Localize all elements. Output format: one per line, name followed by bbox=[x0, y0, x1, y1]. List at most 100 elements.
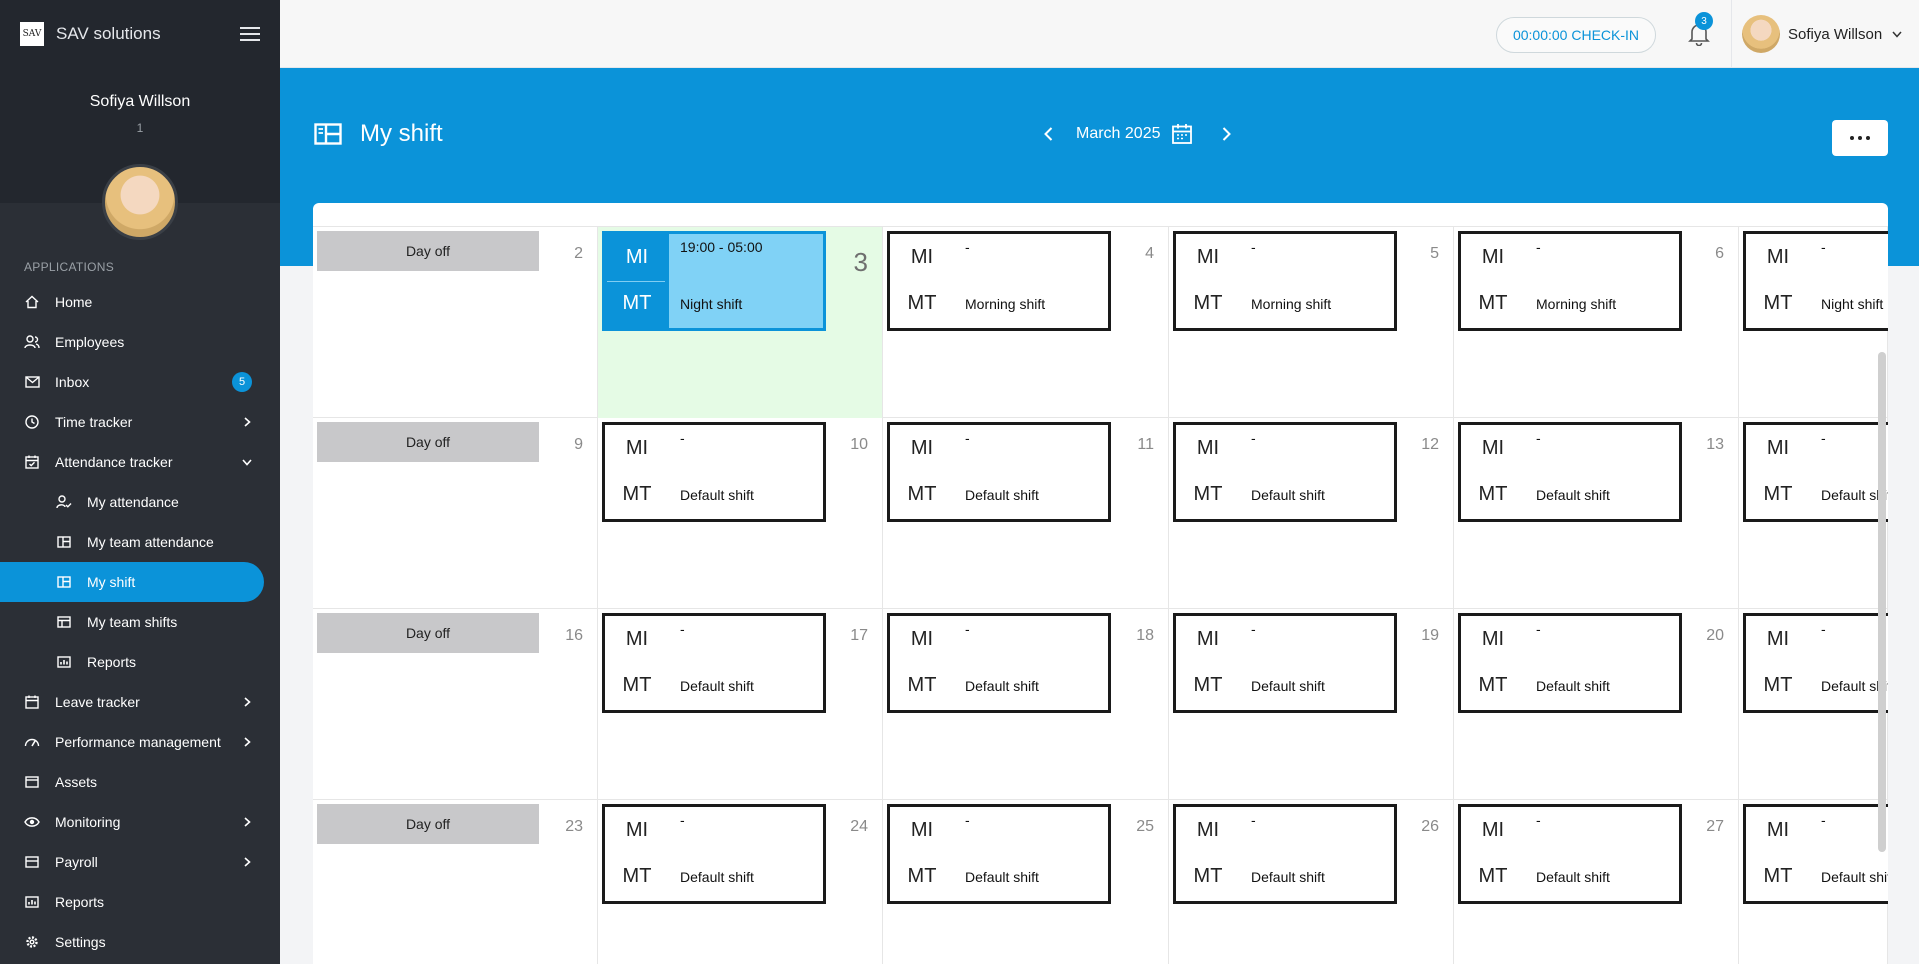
shift-card[interactable]: MI MT - Morning shift bbox=[887, 231, 1111, 331]
shift-card[interactable]: MI MT - Morning shift bbox=[1173, 231, 1397, 331]
calendar-day-cell[interactable]: MI MT - Default shift 24 bbox=[598, 800, 883, 964]
shift-card[interactable]: MI MT - Default shift bbox=[1743, 422, 1888, 522]
sidebar-item-my-shift[interactable]: My shift bbox=[0, 562, 264, 602]
sidebar-item-my-team-attendance[interactable]: My team attendance bbox=[0, 522, 280, 562]
shift-code-mi: MI bbox=[910, 819, 934, 841]
calendar-day-cell[interactable]: MI MT - Morning shift 5 bbox=[1169, 227, 1454, 418]
user-menu[interactable]: Sofiya Willson bbox=[1742, 14, 1902, 54]
next-month-button[interactable] bbox=[1215, 122, 1239, 146]
calendar-day-cell[interactable]: MI MT - Default shift 11 bbox=[883, 418, 1169, 609]
shift-card[interactable]: MI MT - Default shift bbox=[1458, 422, 1682, 522]
sidebar-item-monitoring[interactable]: Monitoring bbox=[0, 802, 280, 842]
calendar-day-cell[interactable]: MI MT - Default shift 26 bbox=[1169, 800, 1454, 964]
calendar-day-cell[interactable]: MI MT - Morning shift 4 bbox=[883, 227, 1169, 418]
sidebar-item-reports[interactable]: Reports bbox=[0, 882, 280, 922]
shift-card[interactable]: MI MT 19:00 - 05:00 Night shift bbox=[602, 231, 826, 331]
shift-card[interactable]: MI MT - Default shift bbox=[1743, 613, 1888, 713]
sidebar-item-payroll[interactable]: Payroll bbox=[0, 842, 280, 882]
shift-card[interactable]: MI MT - Default shift bbox=[1458, 613, 1682, 713]
chevron-down-icon bbox=[242, 457, 252, 467]
calendar-day-cell[interactable]: Day off 23 bbox=[313, 800, 598, 964]
shift-time: - bbox=[965, 812, 970, 828]
shift-code-mt: MT bbox=[1478, 865, 1508, 887]
shift-card[interactable]: MI MT - Default shift bbox=[887, 804, 1111, 904]
prev-month-button[interactable] bbox=[1036, 122, 1060, 146]
calendar-day-cell[interactable]: MI MT - Default shift 10 bbox=[598, 418, 883, 609]
shift-time: - bbox=[965, 621, 970, 637]
month-navigator: March 2025 bbox=[1036, 122, 1239, 146]
shift-code-mt: MT bbox=[622, 865, 652, 887]
shift-time: - bbox=[1536, 430, 1541, 446]
sidebar-item-leave-tracker[interactable]: Leave tracker bbox=[0, 682, 280, 722]
sidebar-item-attendance-tracker[interactable]: Attendance tracker bbox=[0, 442, 280, 482]
more-options-button[interactable] bbox=[1832, 120, 1888, 156]
shift-card[interactable]: MI MT - Default shift bbox=[1458, 804, 1682, 904]
day-number: 5 bbox=[1430, 245, 1439, 262]
calendar-day-cell-today[interactable]: MI MT 19:00 - 05:00 Night shift 3 bbox=[598, 227, 883, 418]
calendar-day-cell[interactable]: MI MT - Default shift 27 bbox=[1454, 800, 1739, 964]
profile-name: Sofiya Willson bbox=[89, 93, 191, 110]
calendar-picker-icon[interactable] bbox=[1171, 123, 1193, 145]
sidebar-item-employees[interactable]: Employees bbox=[0, 322, 280, 362]
day-number: 12 bbox=[1421, 436, 1439, 453]
calendar-week-row: Day off 9 MI MT - Default shift 10 MI MT - Default… bbox=[313, 418, 1888, 609]
sidebar-item-label: Time tracker bbox=[55, 414, 133, 430]
shift-card[interactable]: MI MT - Default shift bbox=[602, 613, 826, 713]
scrollbar[interactable] bbox=[1878, 352, 1886, 852]
sidebar-item-inbox[interactable]: Inbox 5 bbox=[0, 362, 280, 402]
shift-time: - bbox=[1821, 430, 1826, 446]
sidebar: SAV SAV solutions Sofiya Willson 1 APPLI… bbox=[0, 0, 280, 964]
sidebar-item-performance-management[interactable]: Performance management bbox=[0, 722, 280, 762]
sidebar-item-attendance-reports[interactable]: Reports bbox=[0, 642, 280, 682]
calendar-day-cell[interactable]: Day off 9 bbox=[313, 418, 598, 609]
sidebar-item-label: Reports bbox=[55, 894, 105, 910]
brand-logo: SAV bbox=[20, 22, 44, 46]
calendar-day-cell[interactable]: MI MT - Default shift 19 bbox=[1169, 609, 1454, 800]
shift-code-mi: MI bbox=[625, 246, 649, 268]
shift-card[interactable]: MI MT - Night shift bbox=[1743, 231, 1888, 331]
calendar-day-cell[interactable]: MI MT - Default shift 12 bbox=[1169, 418, 1454, 609]
layout-icon bbox=[56, 534, 72, 550]
shift-card[interactable]: MI MT - Default shift bbox=[887, 422, 1111, 522]
sidebar-item-time-tracker[interactable]: Time tracker bbox=[0, 402, 280, 442]
shift-card[interactable]: MI MT - Default shift bbox=[602, 804, 826, 904]
calendar-day-cell[interactable]: MI MT - Default shift 20 bbox=[1454, 609, 1739, 800]
check-in-button[interactable]: 00:00:00 CHECK-IN bbox=[1496, 17, 1656, 53]
calendar-day-cell[interactable]: MI MT - Default shift bbox=[1739, 609, 1888, 800]
day-number: 6 bbox=[1715, 245, 1724, 262]
shift-card[interactable]: MI MT - Default shift bbox=[602, 422, 826, 522]
shift-code-mt: MT bbox=[622, 292, 652, 314]
calendar-day-cell[interactable]: MI MT - Default shift 25 bbox=[883, 800, 1169, 964]
calendar-day-cell[interactable]: MI MT - Default shift bbox=[1739, 418, 1888, 609]
calendar-day-cell[interactable]: MI MT - Default shift 17 bbox=[598, 609, 883, 800]
sidebar-item-label: Payroll bbox=[55, 854, 98, 870]
menu-toggle-icon[interactable] bbox=[240, 27, 260, 41]
day-number: 26 bbox=[1421, 818, 1439, 835]
sidebar-item-assets[interactable]: Assets bbox=[0, 762, 280, 802]
sidebar-item-my-team-shifts[interactable]: My team shifts bbox=[0, 602, 280, 642]
calendar-day-cell[interactable]: MI MT - Night shift bbox=[1739, 227, 1888, 418]
day-number: 23 bbox=[565, 818, 583, 835]
profile-avatar[interactable] bbox=[102, 164, 178, 240]
calendar-day-cell[interactable]: MI MT - Morning shift 6 bbox=[1454, 227, 1739, 418]
shift-card[interactable]: MI MT - Default shift bbox=[1173, 804, 1397, 904]
sidebar-item-my-attendance[interactable]: My attendance bbox=[0, 482, 280, 522]
sidebar-item-settings[interactable]: Settings bbox=[0, 922, 280, 962]
calendar-day-cell[interactable]: MI MT - Default shift 13 bbox=[1454, 418, 1739, 609]
sidebar-item-home[interactable]: Home bbox=[0, 282, 280, 322]
shift-card[interactable]: MI MT - Default shift bbox=[1173, 422, 1397, 522]
shift-name: Night shift bbox=[680, 296, 743, 312]
shift-time: - bbox=[680, 621, 685, 637]
shift-card[interactable]: MI MT - Morning shift bbox=[1458, 231, 1682, 331]
shift-name: Morning shift bbox=[1536, 296, 1617, 312]
shift-card[interactable]: MI MT - Default shift bbox=[1743, 804, 1888, 904]
home-icon bbox=[24, 294, 40, 310]
calendar-day-cell[interactable]: Day off 2 bbox=[313, 227, 598, 418]
calendar-day-cell[interactable]: Day off 16 bbox=[313, 609, 598, 800]
wallet-icon bbox=[24, 854, 40, 870]
calendar-day-cell[interactable]: MI MT - Default shift bbox=[1739, 800, 1888, 964]
shift-code-mi: MI bbox=[625, 628, 649, 650]
shift-card[interactable]: MI MT - Default shift bbox=[1173, 613, 1397, 713]
shift-card[interactable]: MI MT - Default shift bbox=[887, 613, 1111, 713]
calendar-day-cell[interactable]: MI MT - Default shift 18 bbox=[883, 609, 1169, 800]
